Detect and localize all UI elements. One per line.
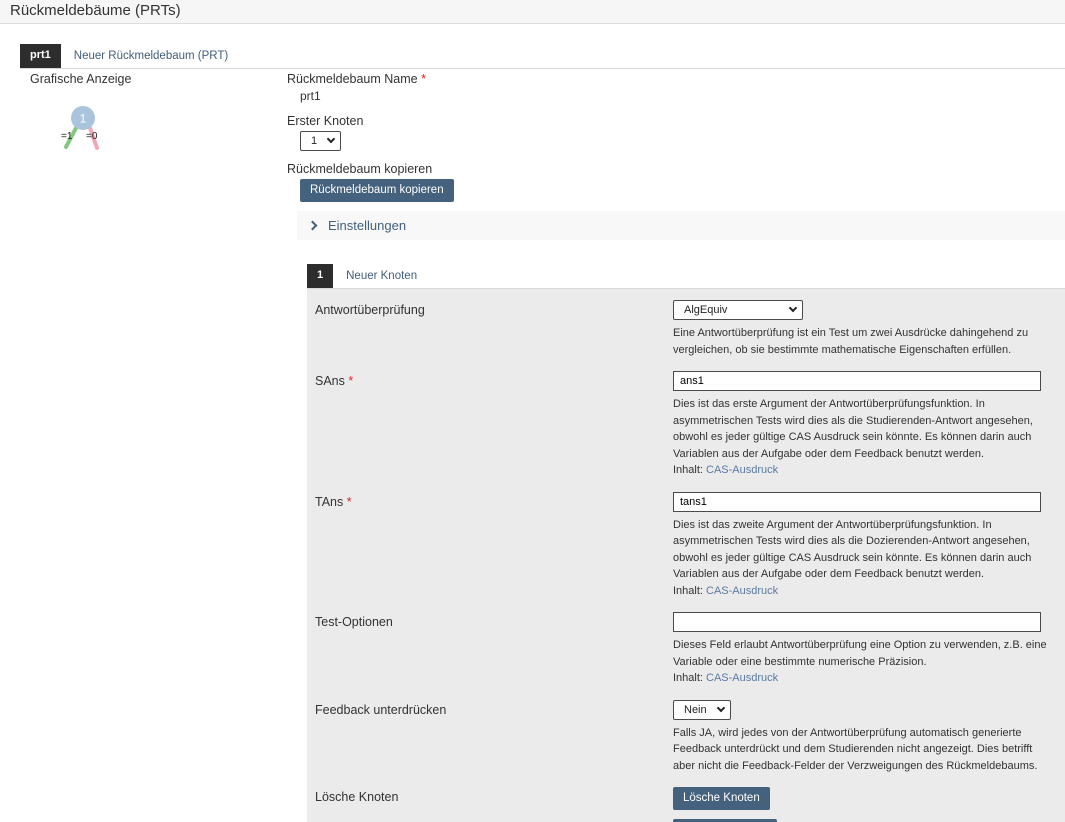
prt-editor: prt1 Neuer Rückmeldebaum (PRT) Grafische… [0, 24, 1065, 822]
quiet-row: Feedback unterdrücken Nein Falls JA, wir… [315, 700, 1055, 775]
sans-row: SAns * Dies ist das erste Argument der A… [315, 371, 1055, 479]
graphic-column: Grafische Anzeige 1 =1 =0 [20, 72, 287, 822]
answertest-select-wrap: AlgEquiv [673, 300, 803, 320]
form-column: Rückmeldebaum Name * prt1 Erster Knoten … [287, 72, 1065, 822]
answertest-help: Eine Antwortüberprüfung ist ein Test um … [673, 325, 1053, 358]
inhalt-prefix: Inhalt: [673, 585, 703, 597]
node-number: 1 [80, 112, 87, 126]
first-node-label: Erster Knoten [287, 114, 1065, 128]
testoptions-inhalt: Inhalt: CAS-Ausdruck [673, 670, 1053, 687]
required-asterisk: * [348, 374, 353, 388]
quiet-select[interactable]: Nein [673, 700, 731, 720]
copy-tree-label: Rückmeldebaum kopieren [287, 162, 1065, 176]
node-tabs: 1 Neuer Knoten [307, 264, 1065, 289]
delete-node-row: Lösche Knoten Lösche Knoten [315, 787, 1055, 810]
tree-name-label: Rückmeldebaum Name * [287, 72, 1065, 86]
cas-ausdruck-link[interactable]: CAS-Ausdruck [706, 464, 778, 476]
sans-input[interactable] [673, 371, 1041, 391]
inhalt-prefix: Inhalt: [673, 464, 703, 476]
delete-node-label: Lösche Knoten [315, 787, 673, 810]
edge-true-label: =1 [61, 131, 73, 142]
delete-node-button[interactable]: Lösche Knoten [673, 787, 770, 810]
quiet-label: Feedback unterdrücken [315, 700, 673, 775]
tree-name-value: prt1 [300, 89, 1065, 103]
edge-false-label: =0 [86, 131, 98, 142]
quiet-help: Falls JA, wird jedes von der Antwortüber… [673, 725, 1053, 775]
tans-label: TAns * [315, 492, 673, 600]
tab-node-1[interactable]: 1 [307, 264, 333, 288]
cas-ausdruck-link[interactable]: CAS-Ausdruck [706, 672, 778, 684]
chevron-right-icon [308, 221, 318, 231]
prt-body: Grafische Anzeige 1 =1 =0 Rückmeldebaum … [20, 72, 1065, 822]
testoptions-input[interactable] [673, 612, 1041, 632]
node-panel: Antwortüberprüfung AlgEquiv Eine Antwort… [307, 289, 1065, 822]
settings-label: Einstellungen [328, 218, 406, 233]
first-node-select[interactable]: 1 [300, 131, 341, 151]
testoptions-help: Dieses Feld erlaubt Antwortüberprüfung e… [673, 637, 1053, 670]
prt-tabs: prt1 Neuer Rückmeldebaum (PRT) [20, 44, 1065, 69]
node-section: 1 Neuer Knoten Antwortüberprüfung AlgEqu… [307, 264, 1065, 822]
testoptions-row: Test-Optionen Dieses Feld erlaubt Antwor… [315, 612, 1055, 687]
sans-inhalt: Inhalt: CAS-Ausdruck [673, 462, 1053, 479]
tab-prt1[interactable]: prt1 [20, 44, 61, 68]
prt-tree-graphic: 1 =1 =0 [50, 102, 150, 166]
answertest-row: Antwortüberprüfung AlgEquiv Eine Antwort… [315, 300, 1055, 358]
sans-label: SAns * [315, 371, 673, 479]
required-asterisk: * [347, 495, 352, 509]
graphic-label: Grafische Anzeige [20, 72, 287, 86]
tans-inhalt: Inhalt: CAS-Ausdruck [673, 583, 1053, 600]
testoptions-label: Test-Optionen [315, 612, 673, 687]
copy-tree-button[interactable]: Rückmeldebaum kopieren [300, 179, 454, 202]
inhalt-prefix: Inhalt: [673, 672, 703, 684]
sans-help: Dies ist das erste Argument der Antwortü… [673, 396, 1053, 462]
tans-label-text: TAns [315, 495, 343, 509]
sans-label-text: SAns [315, 374, 345, 388]
required-asterisk: * [421, 72, 426, 86]
tans-row: TAns * Dies ist das zweite Argument der … [315, 492, 1055, 600]
quiet-select-wrap: Nein [673, 700, 731, 720]
tree-name-label-text: Rückmeldebaum Name [287, 72, 418, 86]
tab-new-prt[interactable]: Neuer Rückmeldebaum (PRT) [61, 44, 241, 68]
tans-help: Dies ist das zweite Argument der Antwort… [673, 517, 1053, 583]
answertest-label: Antwortüberprüfung [315, 300, 673, 358]
page-title: Rückmeldebäume (PRTs) [0, 0, 1065, 24]
tab-new-node[interactable]: Neuer Knoten [333, 264, 430, 288]
cas-ausdruck-link[interactable]: CAS-Ausdruck [706, 585, 778, 597]
settings-accordion[interactable]: Einstellungen [297, 211, 1065, 240]
tans-input[interactable] [673, 492, 1041, 512]
first-node-select-wrap: 1 [300, 131, 341, 151]
answertest-select[interactable]: AlgEquiv [673, 300, 803, 320]
